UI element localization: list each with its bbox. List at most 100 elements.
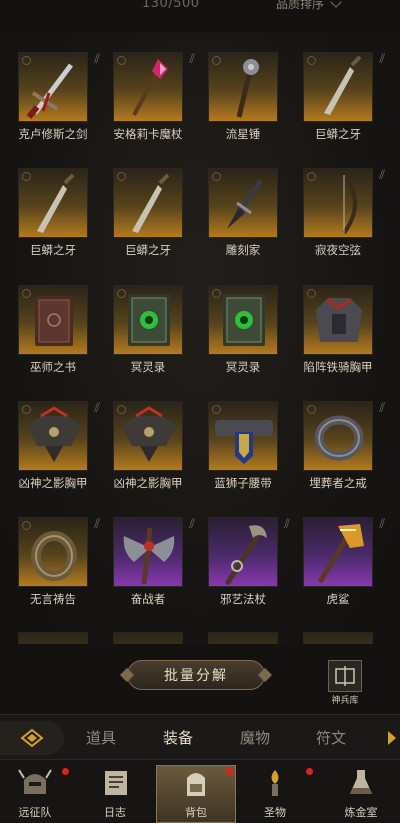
item-tile[interactable] bbox=[18, 285, 88, 355]
item-tile[interactable] bbox=[208, 517, 278, 587]
equipment-slot[interactable]: 陷阵铁骑胸甲 bbox=[303, 285, 383, 377]
tab-items[interactable]: 道具 bbox=[86, 727, 116, 748]
item-tile[interactable] bbox=[303, 517, 373, 587]
batch-dismantle-button[interactable]: 批量分解 bbox=[127, 660, 265, 690]
equipment-slot[interactable]: 冥灵录 bbox=[113, 285, 193, 377]
chest-armor-icon bbox=[27, 406, 81, 462]
dagger-icon bbox=[324, 55, 362, 115]
nav-journal[interactable]: 日志 bbox=[80, 766, 150, 822]
item-name: 雕刻家 bbox=[225, 243, 261, 257]
equipment-slot[interactable]: ⫽ 无言祷告 bbox=[18, 517, 100, 609]
item-name: 埋葬者之戒 bbox=[309, 476, 367, 490]
armory-button[interactable]: 神兵库 bbox=[320, 660, 370, 708]
item-tile[interactable] bbox=[208, 168, 278, 238]
item-name: 邪艺法杖 bbox=[220, 592, 266, 606]
dagger-icon bbox=[227, 179, 264, 229]
tier-mark-icon: ⫽ bbox=[379, 52, 385, 67]
item-tile[interactable] bbox=[18, 401, 88, 471]
equipment-slot[interactable]: ⫽ 克卢修斯之剑 bbox=[18, 52, 100, 144]
magic-wand-icon bbox=[132, 59, 168, 116]
filter-toggle-button[interactable] bbox=[0, 721, 64, 755]
item-tile[interactable] bbox=[18, 52, 88, 122]
equipment-slot[interactable] bbox=[18, 632, 98, 644]
equipment-slot[interactable] bbox=[208, 632, 288, 644]
tier-mark-icon: ⫽ bbox=[379, 168, 385, 183]
equipment-slot[interactable]: 蓝狮子腰带 bbox=[208, 401, 288, 493]
nav-alchemy[interactable]: 炼金室 bbox=[326, 766, 396, 822]
axe-icon bbox=[317, 524, 364, 584]
sort-by-quality-button[interactable]: 品质排序 bbox=[276, 0, 342, 12]
item-name: 虎鲨 bbox=[326, 592, 350, 606]
nav-label: 远征队 bbox=[18, 806, 52, 819]
item-name: 巨蟒之牙 bbox=[30, 243, 76, 257]
item-tile[interactable] bbox=[113, 168, 183, 238]
notification-dot bbox=[62, 768, 69, 775]
item-name: 安格莉卡魔杖 bbox=[113, 127, 183, 141]
equipment-slot[interactable]: 冥灵录 bbox=[208, 285, 288, 377]
nav-label: 日志 bbox=[104, 806, 126, 819]
chevron-down-icon bbox=[330, 0, 342, 8]
item-tile[interactable] bbox=[208, 52, 278, 122]
item-tile[interactable] bbox=[208, 632, 278, 644]
item-name: 流星锤 bbox=[225, 127, 261, 141]
item-tile[interactable] bbox=[113, 632, 183, 644]
flail-icon bbox=[236, 59, 259, 118]
notification-dot bbox=[306, 768, 313, 775]
tab-runes[interactable]: 符文 bbox=[316, 727, 346, 748]
item-tile[interactable] bbox=[303, 168, 373, 238]
item-tile[interactable] bbox=[113, 285, 183, 355]
ring-icon bbox=[31, 531, 77, 581]
ring-icon bbox=[314, 415, 364, 461]
equipment-slot[interactable]: ⫽ 埋葬者之戒 bbox=[303, 401, 385, 493]
item-tile[interactable] bbox=[303, 401, 373, 471]
item-tile[interactable] bbox=[113, 517, 183, 587]
item-name: 克卢修斯之剑 bbox=[18, 127, 88, 141]
equipment-slot[interactable]: 凶神之影胸甲 bbox=[113, 401, 193, 493]
dagger-icon bbox=[132, 173, 170, 233]
item-tile[interactable] bbox=[18, 517, 88, 587]
item-tile[interactable] bbox=[303, 52, 373, 122]
item-tile[interactable] bbox=[303, 632, 373, 644]
category-tab-bar: 道具 装备 魔物 符文 bbox=[0, 714, 400, 760]
item-tile[interactable] bbox=[208, 401, 278, 471]
equipment-slot[interactable]: 流星锤 bbox=[208, 52, 288, 144]
backpack-icon bbox=[187, 773, 205, 796]
item-name: 冥灵录 bbox=[225, 360, 261, 374]
equipment-slot[interactable]: ⫽ 寂夜空弦 bbox=[303, 168, 385, 260]
nav-backpack[interactable]: 背包 bbox=[156, 765, 236, 823]
equipment-slot[interactable]: ⫽ 凶神之影胸甲 bbox=[18, 401, 100, 493]
equipment-slot[interactable]: ⫽ 邪艺法杖 bbox=[208, 517, 290, 609]
nav-label: 炼金室 bbox=[344, 806, 378, 819]
item-name: 蓝狮子腰带 bbox=[214, 476, 272, 490]
equipment-slot[interactable] bbox=[303, 632, 383, 644]
item-name: 巨蟒之牙 bbox=[315, 127, 361, 141]
item-name: 巨蟒之牙 bbox=[125, 243, 171, 257]
bow-icon bbox=[342, 173, 357, 235]
item-tile[interactable] bbox=[113, 52, 183, 122]
equipment-slot[interactable]: 雕刻家 bbox=[208, 168, 288, 260]
item-name: 巫师之书 bbox=[30, 360, 76, 374]
equipment-slot[interactable]: 巨蟒之牙 bbox=[18, 168, 98, 260]
tab-scroll-right-icon[interactable] bbox=[388, 731, 396, 745]
equipment-slot[interactable] bbox=[113, 632, 193, 644]
equipment-slot[interactable]: 巫师之书 bbox=[18, 285, 98, 377]
item-tile[interactable] bbox=[208, 285, 278, 355]
book-icon bbox=[35, 296, 73, 346]
equipment-slot[interactable]: ⫽ 奋战者 bbox=[113, 517, 195, 609]
item-tile[interactable] bbox=[18, 632, 88, 644]
item-tile[interactable] bbox=[113, 401, 183, 471]
equipment-slot[interactable]: ⫽ 巨蟒之牙 bbox=[303, 52, 385, 144]
equipment-grid[interactable]: ⫽ 克卢修斯之剑 ⫽ 安格莉卡魔杖 流星锤 ⫽ 巨蟒之牙 巨蟒之牙 巨蟒之牙 雕… bbox=[0, 32, 400, 644]
tier-mark-icon: ⫽ bbox=[379, 517, 385, 532]
item-tile[interactable] bbox=[303, 285, 373, 355]
tab-monsters[interactable]: 魔物 bbox=[240, 727, 270, 748]
nav-expedition[interactable]: 远征队 bbox=[0, 766, 70, 822]
equipment-slot[interactable]: ⫽ 安格莉卡魔杖 bbox=[113, 52, 195, 144]
equipment-slot[interactable]: ⫽ 虎鲨 bbox=[303, 517, 385, 609]
tab-equipment[interactable]: 装备 bbox=[163, 727, 193, 748]
item-tile[interactable] bbox=[18, 168, 88, 238]
nav-relics[interactable]: 圣物 bbox=[240, 766, 310, 822]
item-name: 无言祷告 bbox=[30, 592, 76, 606]
item-name: 陷阵铁骑胸甲 bbox=[303, 360, 373, 374]
equipment-slot[interactable]: 巨蟒之牙 bbox=[113, 168, 193, 260]
